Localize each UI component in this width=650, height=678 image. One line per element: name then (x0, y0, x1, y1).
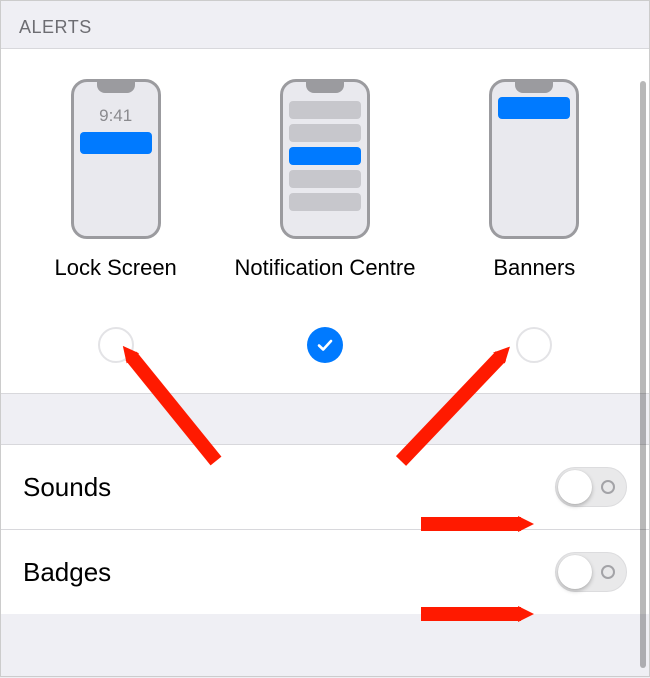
alert-option-notification-centre[interactable]: Notification Centre (225, 79, 425, 363)
alert-label-banners: Banners (493, 253, 575, 319)
preview-banner (80, 132, 152, 154)
alert-option-banners[interactable]: Banners (434, 79, 634, 363)
toggle-sounds[interactable] (555, 467, 627, 507)
toggle-off-indicator-icon (601, 565, 615, 579)
alert-styles-panel: 9:41 Lock Screen Notification Centre (1, 48, 649, 394)
preview-lock-screen: 9:41 (71, 79, 161, 239)
preview-row (289, 124, 361, 142)
preview-row (289, 193, 361, 211)
toggle-badges[interactable] (555, 552, 627, 592)
preview-row (289, 101, 361, 119)
preview-time: 9:41 (74, 106, 158, 126)
notch-icon (306, 82, 344, 93)
row-sounds: Sounds (1, 444, 649, 529)
label-badges: Badges (23, 557, 111, 588)
section-header-alerts: ALERTS (1, 1, 649, 48)
checkmark-icon (315, 335, 335, 355)
preview-row (289, 170, 361, 188)
notch-icon (515, 82, 553, 93)
label-sounds: Sounds (23, 472, 111, 503)
notch-icon (97, 82, 135, 93)
row-badges: Badges (1, 529, 649, 614)
preview-banners (489, 79, 579, 239)
preview-row-active (289, 147, 361, 165)
preview-banner (498, 97, 570, 119)
alert-option-lock-screen[interactable]: 9:41 Lock Screen (16, 79, 216, 363)
alert-label-lock-screen: Lock Screen (55, 253, 177, 319)
toggle-off-indicator-icon (601, 480, 615, 494)
toggle-knob (558, 470, 592, 504)
checkbox-notification-centre[interactable] (307, 327, 343, 363)
preview-notification-centre (280, 79, 370, 239)
toggle-knob (558, 555, 592, 589)
section-gap (1, 394, 649, 444)
checkbox-lock-screen[interactable] (98, 327, 134, 363)
scrollbar[interactable] (640, 81, 646, 668)
checkbox-banners[interactable] (516, 327, 552, 363)
alert-label-notification-centre: Notification Centre (234, 253, 415, 319)
